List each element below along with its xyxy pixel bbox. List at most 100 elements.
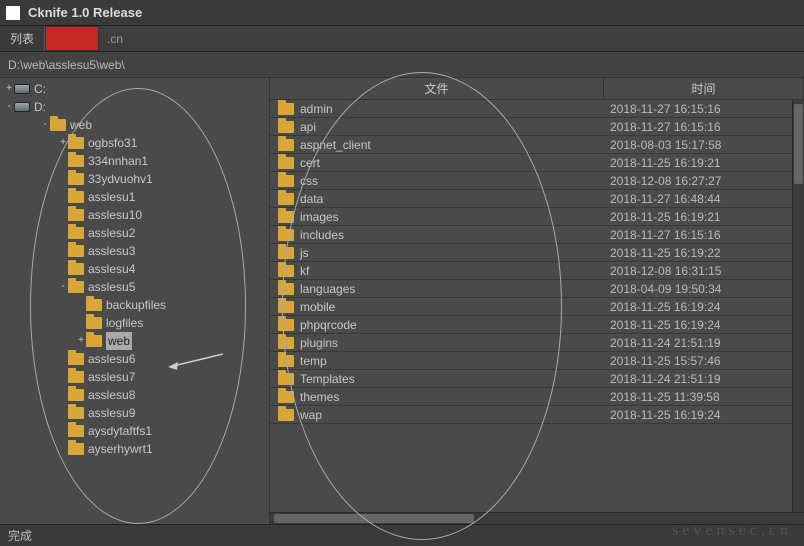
file-list[interactable]: admin2018-11-27 16:15:16api2018-11-27 16… xyxy=(270,100,804,424)
folder-icon xyxy=(278,247,294,259)
list-item[interactable]: admin2018-11-27 16:15:16 xyxy=(270,100,804,118)
cell-time: 2018-11-25 11:39:58 xyxy=(604,390,804,404)
cell-name: includes xyxy=(270,228,604,242)
list-item[interactable]: kf 2018-12-08 16:31:15 xyxy=(270,262,804,280)
tree-folder-asslesu3[interactable]: asslesu3 xyxy=(0,242,269,260)
tree-folder-web[interactable]: -web xyxy=(0,116,269,134)
tree-folder-logfiles[interactable]: logfiles xyxy=(0,314,269,332)
tree-folder-334nnhan1[interactable]: 334nnhan1 xyxy=(0,152,269,170)
cell-time: 2018-11-27 16:15:16 xyxy=(604,120,804,134)
tree-label: asslesu5 xyxy=(88,278,135,296)
list-pane: 文件 时间 admin2018-11-27 16:15:16api2018-11… xyxy=(270,78,804,524)
scrollbar-thumb[interactable] xyxy=(274,514,474,523)
list-header: 文件 时间 xyxy=(270,78,804,100)
tab-domain-suffix: .cn xyxy=(99,26,133,51)
expander-icon[interactable]: - xyxy=(58,278,68,296)
list-item[interactable]: api2018-11-27 16:15:16 xyxy=(270,118,804,136)
cell-time: 2018-12-08 16:27:27 xyxy=(604,174,804,188)
tree-folder-asslesu5[interactable]: - asslesu5 xyxy=(0,278,269,296)
cell-name: cert xyxy=(270,156,604,170)
expander-icon[interactable]: - xyxy=(40,116,50,134)
tabbar: 列表 .cn xyxy=(0,26,804,52)
tree-folder-asslesu9[interactable]: asslesu9 xyxy=(0,404,269,422)
col-name[interactable]: 文件 xyxy=(270,78,604,99)
file-name: aspnet_client xyxy=(300,138,371,152)
expander-icon[interactable]: + xyxy=(76,332,86,350)
file-name: kf xyxy=(300,264,309,278)
tree-folder-33ydvuohv1[interactable]: 33ydvuohv1 xyxy=(0,170,269,188)
list-item[interactable]: cert2018-11-25 16:19:21 xyxy=(270,154,804,172)
tree-folder-asslesu4[interactable]: asslesu4 xyxy=(0,260,269,278)
list-item[interactable]: aspnet_client2018-08-03 15:17:58 xyxy=(270,136,804,154)
folder-icon xyxy=(68,389,84,401)
folder-tree[interactable]: +C:-D:-web+ogbsfo31334nnhan133ydvuohv1as… xyxy=(0,78,269,460)
cell-time: 2018-11-27 16:15:16 xyxy=(604,228,804,242)
tree-folder-asslesu7[interactable]: asslesu7 xyxy=(0,368,269,386)
tab-domain[interactable] xyxy=(45,26,99,51)
list-item[interactable]: mobile2018-11-25 16:19:24 xyxy=(270,298,804,316)
drive-icon xyxy=(14,84,30,94)
cell-time: 2018-11-25 16:19:21 xyxy=(604,156,804,170)
file-name: data xyxy=(300,192,323,206)
cell-name: plugins xyxy=(270,336,604,350)
tree-folder-asslesu2[interactable]: asslesu2 xyxy=(0,224,269,242)
folder-icon xyxy=(68,191,84,203)
cell-name: phpqrcode xyxy=(270,318,604,332)
tree-folder-asslesu6[interactable]: asslesu6 xyxy=(0,350,269,368)
file-name: images xyxy=(300,210,339,224)
file-name: temp xyxy=(300,354,327,368)
list-item[interactable]: wap2018-11-25 16:19:24 xyxy=(270,406,804,424)
cell-time: 2018-12-08 16:31:15 xyxy=(604,264,804,278)
list-item[interactable]: plugins2018-11-24 21:51:19 xyxy=(270,334,804,352)
tree-drive-d[interactable]: -D: xyxy=(0,98,269,116)
tree-label: asslesu9 xyxy=(88,404,135,422)
tree-drive-c[interactable]: +C: xyxy=(0,80,269,98)
list-item[interactable]: temp2018-11-25 15:57:46 xyxy=(270,352,804,370)
cell-name: wap xyxy=(270,408,604,422)
list-item[interactable]: js2018-11-25 16:19:22 xyxy=(270,244,804,262)
file-name: admin xyxy=(300,102,333,116)
statusbar: 完成 xyxy=(0,524,804,546)
folder-icon xyxy=(68,443,84,455)
tree-label: aysdytaftfs1 xyxy=(88,422,152,440)
list-item[interactable]: themes2018-11-25 11:39:58 xyxy=(270,388,804,406)
tree-pane: +C:-D:-web+ogbsfo31334nnhan133ydvuohv1as… xyxy=(0,78,270,524)
list-item[interactable]: includes2018-11-27 16:15:16 xyxy=(270,226,804,244)
col-time[interactable]: 时间 xyxy=(604,78,804,99)
path-text: D:\web\asslesu5\web\ xyxy=(8,58,125,72)
folder-icon xyxy=(278,373,294,385)
tree-folder-web[interactable]: +web xyxy=(0,332,269,350)
list-item[interactable]: css2018-12-08 16:27:27 xyxy=(270,172,804,190)
list-item[interactable]: images2018-11-25 16:19:21 xyxy=(270,208,804,226)
vertical-scrollbar[interactable] xyxy=(792,100,804,524)
folder-icon xyxy=(278,157,294,169)
tree-folder-asslesu8[interactable]: asslesu8 xyxy=(0,386,269,404)
expander-icon[interactable]: - xyxy=(4,98,14,116)
tree-folder-backupfiles[interactable]: backupfiles xyxy=(0,296,269,314)
list-item[interactable]: phpqrcode2018-11-25 16:19:24 xyxy=(270,316,804,334)
list-item[interactable]: Templates2018-11-24 21:51:19 xyxy=(270,370,804,388)
expander-icon[interactable]: + xyxy=(58,134,68,152)
tree-folder-asslesu10[interactable]: asslesu10 xyxy=(0,206,269,224)
horizontal-scrollbar[interactable] xyxy=(270,512,804,524)
tree-folder-ogbsfo31[interactable]: +ogbsfo31 xyxy=(0,134,269,152)
list-item[interactable]: languages2018-04-09 19:50:34 xyxy=(270,280,804,298)
main-split: +C:-D:-web+ogbsfo31334nnhan133ydvuohv1as… xyxy=(0,78,804,524)
folder-icon xyxy=(68,173,84,185)
folder-icon xyxy=(68,137,84,149)
cell-time: 2018-11-25 16:19:24 xyxy=(604,318,804,332)
folder-icon xyxy=(86,299,102,311)
pathbar[interactable]: D:\web\asslesu5\web\ xyxy=(0,52,804,78)
folder-icon xyxy=(278,211,294,223)
tree-folder-ayserhywrt1[interactable]: ayserhywrt1 xyxy=(0,440,269,458)
tree-folder-asslesu1[interactable]: asslesu1 xyxy=(0,188,269,206)
expander-icon[interactable]: + xyxy=(4,80,14,98)
folder-icon xyxy=(278,355,294,367)
cell-time: 2018-11-25 16:19:24 xyxy=(604,300,804,314)
scrollbar-thumb[interactable] xyxy=(794,104,803,184)
tab-list[interactable]: 列表 xyxy=(0,26,45,51)
list-item[interactable]: data2018-11-27 16:48:44 xyxy=(270,190,804,208)
tree-label: asslesu6 xyxy=(88,350,135,368)
tree-folder-aysdytaftfs1[interactable]: aysdytaftfs1 xyxy=(0,422,269,440)
cell-name: api xyxy=(270,120,604,134)
